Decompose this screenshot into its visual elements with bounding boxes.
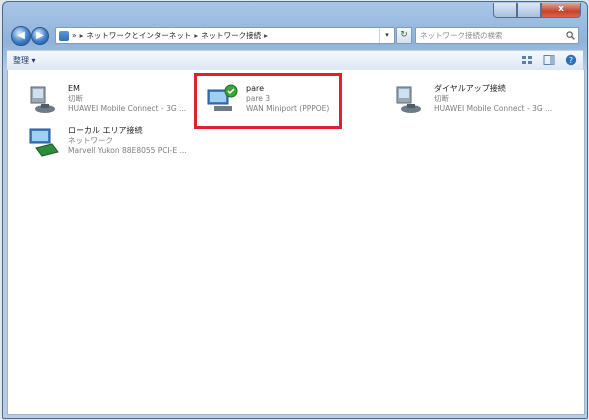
connection-name: ダイヤルアップ接続 xyxy=(434,84,506,93)
maximize-button[interactable] xyxy=(517,3,541,18)
search-icon[interactable] xyxy=(566,31,575,40)
breadcrumb-network-connections[interactable]: ネットワーク接続 xyxy=(201,30,261,41)
change-view-icon[interactable] xyxy=(521,54,533,66)
help-icon[interactable]: ? xyxy=(565,54,577,66)
connection-item[interactable]: ローカル エリア接続 ネットワーク Marvell Yukon 88E8055 … xyxy=(26,124,187,162)
connection-status: 切断 xyxy=(434,94,449,103)
selection-highlight-box xyxy=(194,73,342,129)
breadcrumb-network-and-internet[interactable]: ネットワークとインターネット xyxy=(86,30,191,41)
connections-list: EM 切断 HUAWEI Mobile Connect - 3G ... par… xyxy=(7,70,585,415)
connection-status: ネットワーク xyxy=(68,136,113,145)
preview-pane-icon[interactable] xyxy=(543,54,555,66)
breadcrumb-separator-icon[interactable]: ▸ xyxy=(264,31,268,40)
network-folder-icon xyxy=(59,30,69,41)
connection-name: EM xyxy=(68,84,80,93)
breadcrumb-separator-icon: ▸ xyxy=(79,31,84,40)
search-input[interactable]: ネットワーク接続の検索 xyxy=(415,27,579,44)
breadcrumb-root[interactable]: » xyxy=(72,31,77,40)
connection-device: HUAWEI Mobile Connect - 3G ... xyxy=(68,104,187,113)
breadcrumb-separator-icon[interactable]: ▸ xyxy=(194,31,198,40)
explorer-window: x ◀ ▶ » ▸ ネットワークとインターネット ▸ ネットワーク接続 ▸ ▾ … xyxy=(2,1,588,419)
connection-item[interactable]: EM 切断 HUAWEI Mobile Connect - 3G ... xyxy=(26,82,187,120)
connection-status: 切断 xyxy=(68,94,83,103)
lan-adapter-icon xyxy=(29,128,59,157)
close-button[interactable]: x xyxy=(541,3,581,18)
forward-button[interactable]: ▶ xyxy=(31,27,49,45)
svg-text:?: ? xyxy=(569,56,573,65)
address-bar[interactable]: » ▸ ネットワークとインターネット ▸ ネットワーク接続 ▸ ▾ xyxy=(55,27,395,44)
back-button[interactable]: ◀ xyxy=(11,26,31,46)
caption-buttons: x xyxy=(493,3,581,18)
connection-device: Marvell Yukon 88E8055 PCI-E ... xyxy=(68,146,187,155)
address-history-dropdown[interactable]: ▾ xyxy=(379,28,394,43)
modem-icon xyxy=(30,86,55,113)
view-controls: ? xyxy=(521,54,577,66)
connection-item[interactable]: ダイヤルアップ接続 切断 HUAWEI Mobile Connect - 3G … xyxy=(392,82,553,120)
organize-menu[interactable]: 整理 ▾ xyxy=(13,55,36,66)
refresh-button[interactable]: ↻ xyxy=(396,27,412,44)
modem-icon xyxy=(396,86,421,113)
minimize-button[interactable] xyxy=(493,3,517,18)
search-placeholder: ネットワーク接続の検索 xyxy=(420,31,503,40)
connection-name: ローカル エリア接続 xyxy=(68,126,143,135)
command-bar: 整理 ▾ ? xyxy=(7,50,583,71)
connection-device: HUAWEI Mobile Connect - 3G ... xyxy=(434,104,553,113)
